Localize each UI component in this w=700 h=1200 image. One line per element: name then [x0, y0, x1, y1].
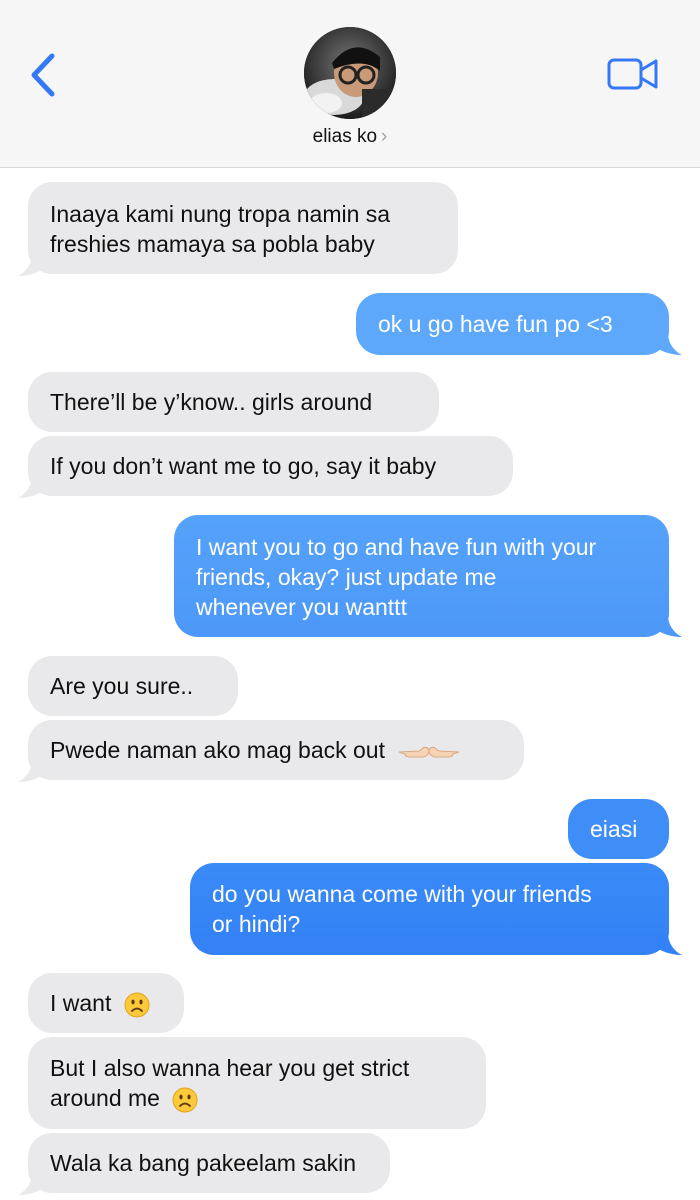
video-call-icon[interactable] [606, 56, 660, 92]
outgoing-message[interactable]: do you wanna come with your friends or h… [190, 863, 669, 955]
message-line: freshies mamaya sa pobla baby [50, 231, 375, 257]
conversation-header: elias ko › [0, 0, 700, 168]
incoming-message[interactable]: Inaaya kami nung tropa namin sa freshies… [28, 182, 458, 274]
message-line: But I also wanna hear you get strict [50, 1055, 410, 1081]
outgoing-message[interactable]: I want you to go and have fun with your … [174, 515, 669, 637]
message-line: Inaaya kami nung tropa namin sa [50, 201, 391, 227]
message-line: whenever you wanttt [196, 594, 407, 620]
bubble-tail [18, 1173, 48, 1195]
message-line: friends, okay? just update me [196, 564, 497, 590]
contact-name: elias ko [312, 126, 378, 147]
back-chevron-icon[interactable] [26, 52, 60, 98]
message-line: Wala ka bang pakeelam sakin [50, 1150, 356, 1176]
contact-avatar[interactable] [304, 27, 396, 119]
message-line: If you don’t want me to go, say it baby [50, 453, 437, 479]
message-line: or hindi? [212, 911, 301, 937]
incoming-message[interactable]: I want [28, 973, 184, 1033]
contact-name-button[interactable]: elias ko › [0, 126, 700, 148]
message-line: ok u go have fun po <3 [378, 311, 613, 337]
message-line: around me [50, 1085, 160, 1111]
incoming-message[interactable]: If you don’t want me to go, say it baby [28, 436, 513, 496]
outgoing-message[interactable]: eiasi [568, 799, 669, 859]
message-line: I want you to go and have fun with your [196, 534, 597, 560]
incoming-message[interactable]: But I also wanna hear you get strict aro… [28, 1037, 486, 1129]
bubble-tail [18, 760, 48, 782]
pointing-fingers-emoji-icon [399, 746, 460, 758]
frowning-face-emoji-icon [124, 992, 150, 1018]
outgoing-message[interactable]: ok u go have fun po <3 [356, 293, 669, 355]
incoming-message[interactable]: Pwede naman ako mag back out [28, 720, 524, 780]
bubble-tail [18, 254, 48, 276]
bubble-tail [652, 933, 682, 955]
message-line: do you wanna come with your friends [212, 881, 592, 907]
frowning-face-emoji-icon [172, 1087, 198, 1113]
chevron-right-icon: › [381, 126, 388, 147]
message-line: Are you sure.. [50, 673, 194, 699]
message-line: Pwede naman ako mag back out [50, 737, 385, 763]
message-line: I want [50, 990, 112, 1016]
bubble-tail [652, 615, 682, 637]
message-line: There’ll be y’know.. girls around [50, 389, 373, 415]
incoming-message[interactable]: There’ll be y’know.. girls around [28, 372, 439, 432]
bubble-tail [18, 476, 48, 498]
incoming-message[interactable]: Are you sure.. [28, 656, 238, 716]
bubble-tail [652, 333, 682, 355]
incoming-message[interactable]: Wala ka bang pakeelam sakin [28, 1133, 390, 1193]
message-line: eiasi [590, 816, 638, 842]
